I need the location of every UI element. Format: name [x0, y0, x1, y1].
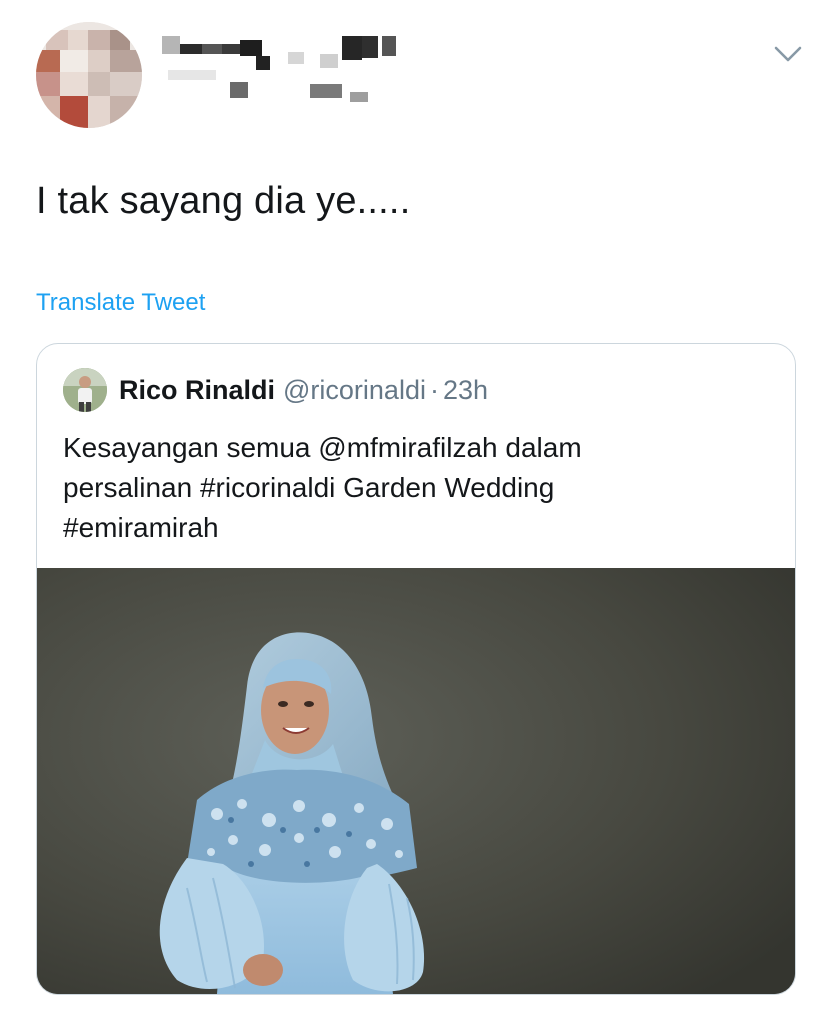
author-avatar[interactable]: [36, 22, 142, 128]
quoted-tweet-text: Kesayangan semua @mfmirafilzah dalam per…: [63, 432, 582, 543]
quoted-tweet-time[interactable]: 23h: [443, 375, 488, 405]
quoted-author-handle[interactable]: @ricorinaldi: [283, 375, 426, 405]
woman-in-blue-gown-photo: [37, 568, 795, 994]
dot-separator: ·: [429, 375, 439, 405]
tweet-text: I tak sayang dia ye.....: [36, 180, 411, 222]
quoted-author-name[interactable]: Rico Rinaldi: [119, 375, 275, 405]
quoted-author-avatar[interactable]: [63, 368, 107, 412]
tweet-menu-button[interactable]: [772, 42, 804, 66]
pixelated-avatar-icon: [36, 22, 142, 128]
chevron-down-icon: [774, 46, 802, 62]
person-avatar-icon: [63, 368, 107, 412]
translate-tweet-link[interactable]: Translate Tweet: [36, 289, 205, 317]
author-name-redacted[interactable]: [160, 30, 420, 110]
redacted-name-pixels: [162, 36, 396, 102]
quoted-tweet-card[interactable]: Rico Rinaldi @ricorinaldi · 23h Kesayangan …: [36, 343, 796, 995]
quoted-tweet-photo[interactable]: [37, 568, 795, 994]
quoted-tweet-header: Rico Rinaldi @ricorinaldi · 23h: [119, 375, 488, 406]
